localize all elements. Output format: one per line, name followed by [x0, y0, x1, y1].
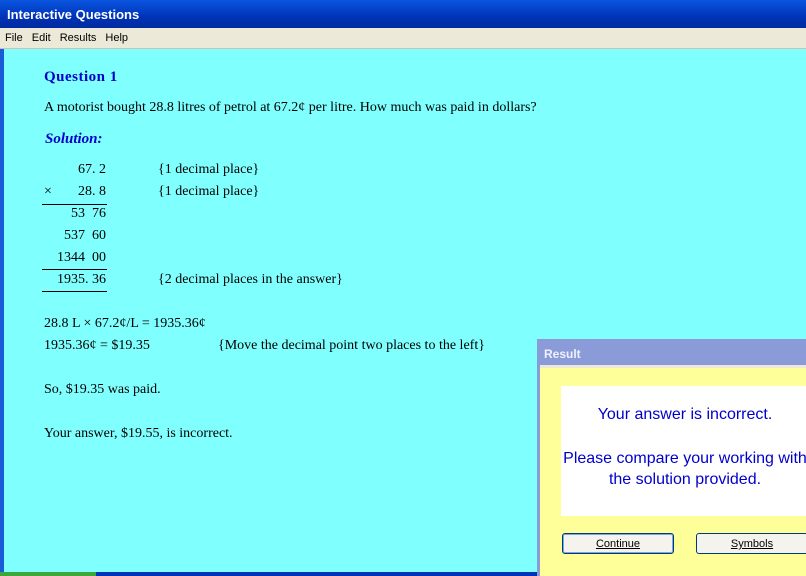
- conclusion: So, $19.35 was paid.: [44, 382, 161, 397]
- rule-2: [42, 269, 107, 270]
- solution-heading: Solution:: [45, 131, 103, 147]
- menu-bar: File Edit Results Help: [0, 28, 806, 49]
- note-1: {1 decimal place}: [158, 162, 260, 177]
- window-left-border: [0, 49, 4, 576]
- result-dialog: Result Your answer is incorrect. Please …: [537, 339, 806, 576]
- menu-file[interactable]: File: [0, 28, 27, 48]
- taskbar-start-edge: [0, 572, 96, 576]
- step-1: 28.8 L × 67.2¢/L = 1935.36¢: [44, 316, 206, 331]
- step-2: 1935.36¢ = $19.35: [44, 338, 150, 353]
- dialog-body: Your answer is incorrect. Please compare…: [540, 368, 806, 576]
- dialog-title: Result: [544, 347, 581, 361]
- menu-help[interactable]: Help: [100, 28, 132, 48]
- partial-product-3: 1344 00: [57, 250, 106, 265]
- menu-results[interactable]: Results: [55, 28, 101, 48]
- result-message: Your answer is incorrect.: [597, 406, 773, 423]
- symbols-button[interactable]: Symbols: [696, 533, 806, 554]
- continue-button[interactable]: Continue: [562, 533, 674, 554]
- question-heading: Question 1: [44, 69, 118, 85]
- note-2: {1 decimal place}: [158, 184, 260, 199]
- step-2-note: {Move the decimal point two places to th…: [218, 338, 485, 353]
- rule-1: [42, 204, 107, 205]
- note-3: {2 decimal places in the answer}: [158, 272, 343, 287]
- title-bar: Interactive Questions: [0, 0, 806, 28]
- answer-feedback: Your answer, $19.55, is incorrect.: [44, 426, 233, 441]
- multiplicand: 67. 2: [78, 162, 106, 177]
- multiplier: 28. 8: [78, 184, 106, 199]
- result-instruction: Please compare your working with the sol…: [563, 450, 806, 488]
- partial-product-2: 537 60: [64, 228, 106, 243]
- menu-edit[interactable]: Edit: [27, 28, 55, 48]
- dialog-title-bar[interactable]: Result: [540, 341, 806, 365]
- question-text: A motorist bought 28.8 litres of petrol …: [44, 100, 537, 115]
- result-message-box: Your answer is incorrect. Please compare…: [561, 386, 806, 516]
- product-result: 1935. 36: [57, 272, 106, 287]
- partial-product-1: 53 76: [71, 206, 106, 221]
- main-window: Interactive Questions File Edit Results Hel…: [0, 0, 806, 576]
- rule-3: [42, 291, 107, 292]
- window-title: Interactive Questions: [7, 7, 140, 22]
